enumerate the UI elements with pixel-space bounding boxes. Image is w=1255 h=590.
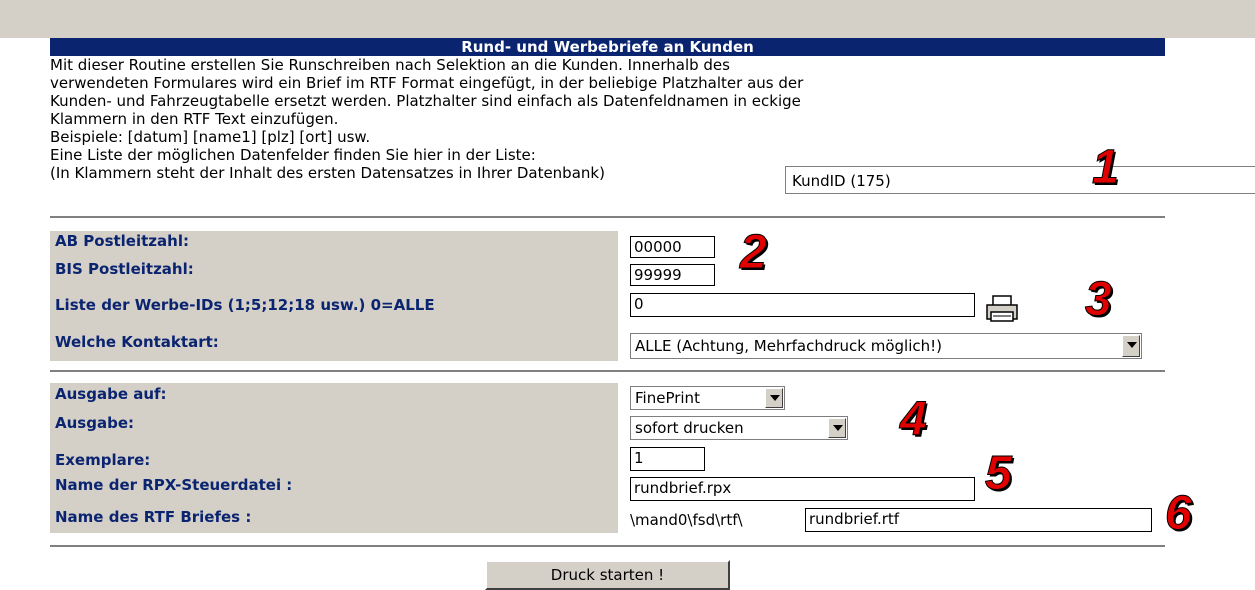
intro-text: Mit dieser Routine erstellen Sie Runschr… xyxy=(50,56,1170,182)
ausgabe-value: sofort drucken xyxy=(635,419,744,437)
divider xyxy=(50,216,1165,218)
kontaktart-select[interactable]: ALLE (Achtung, Mehrfachdruck möglich!) xyxy=(630,333,1142,359)
intro-line: Mit dieser Routine erstellen Sie Runschr… xyxy=(50,56,730,74)
plz-to-label: BIS Postleitzahl: xyxy=(55,260,194,278)
exemplare-input[interactable]: 1 xyxy=(630,447,705,471)
intro-line: Klammern in den RTF Text einzufügen. xyxy=(50,110,339,128)
plz-to-input[interactable]: 99999 xyxy=(630,264,715,286)
ausgabe-auf-label: Ausgabe auf: xyxy=(55,385,167,403)
printer-icon[interactable] xyxy=(985,295,1019,323)
rtf-path-prefix: \mand0\fsd\rtf\ xyxy=(630,511,743,529)
annotation-3: 3 xyxy=(1085,273,1113,327)
annotation-2: 2 xyxy=(740,226,768,280)
chevron-down-icon[interactable] xyxy=(765,388,783,408)
intro-line: Kunden- und Fahrzeugtabelle ersetzt werd… xyxy=(50,92,801,110)
ausgabe-select[interactable]: sofort drucken xyxy=(630,416,848,440)
annotation-1: 1 xyxy=(1092,141,1120,195)
chevron-down-icon[interactable] xyxy=(828,418,846,438)
exemplare-label: Exemplare: xyxy=(55,451,151,469)
annotation-4: 4 xyxy=(900,393,928,447)
plz-from-input[interactable]: 00000 xyxy=(630,236,715,258)
divider xyxy=(50,545,1165,547)
intro-line: verwendeten Formulares wird ein Brief im… xyxy=(50,74,804,92)
rtf-label: Name des RTF Briefes : xyxy=(55,508,252,526)
rpx-label: Name der RPX-Steuerdatei : xyxy=(55,476,293,494)
werbe-ids-input[interactable]: 0 xyxy=(630,293,975,317)
rtf-input[interactable]: rundbrief.rtf xyxy=(805,508,1152,532)
page-title: Rund- und Werbebriefe an Kunden xyxy=(50,38,1165,56)
annotation-5: 5 xyxy=(985,447,1013,501)
ausgabe-label: Ausgabe: xyxy=(55,414,134,432)
ausgabe-auf-value: FinePrint xyxy=(635,389,700,407)
ausgabe-auf-select[interactable]: FinePrint xyxy=(630,386,785,410)
kontaktart-value: ALLE (Achtung, Mehrfachdruck möglich!) xyxy=(635,337,943,355)
plz-from-label: AB Postleitzahl: xyxy=(55,232,189,250)
rpx-input[interactable]: rundbrief.rpx xyxy=(630,477,975,501)
top-toolbar xyxy=(0,0,1255,38)
divider xyxy=(50,370,1165,372)
werbe-ids-label: Liste der Werbe-IDs (1;5;12;18 usw.) 0=A… xyxy=(55,296,435,314)
intro-line: Eine Liste der möglichen Datenfelder fin… xyxy=(50,146,536,164)
field-list-select[interactable]: KundID (175) xyxy=(785,166,1255,194)
chevron-down-icon[interactable] xyxy=(1122,335,1140,357)
annotation-6: 6 xyxy=(1165,487,1193,541)
intro-line: Beispiele: [datum] [name1] [plz] [ort] u… xyxy=(50,128,371,146)
kontaktart-label: Welche Kontaktart: xyxy=(55,333,219,351)
start-print-button[interactable]: Druck starten ! xyxy=(485,560,730,590)
